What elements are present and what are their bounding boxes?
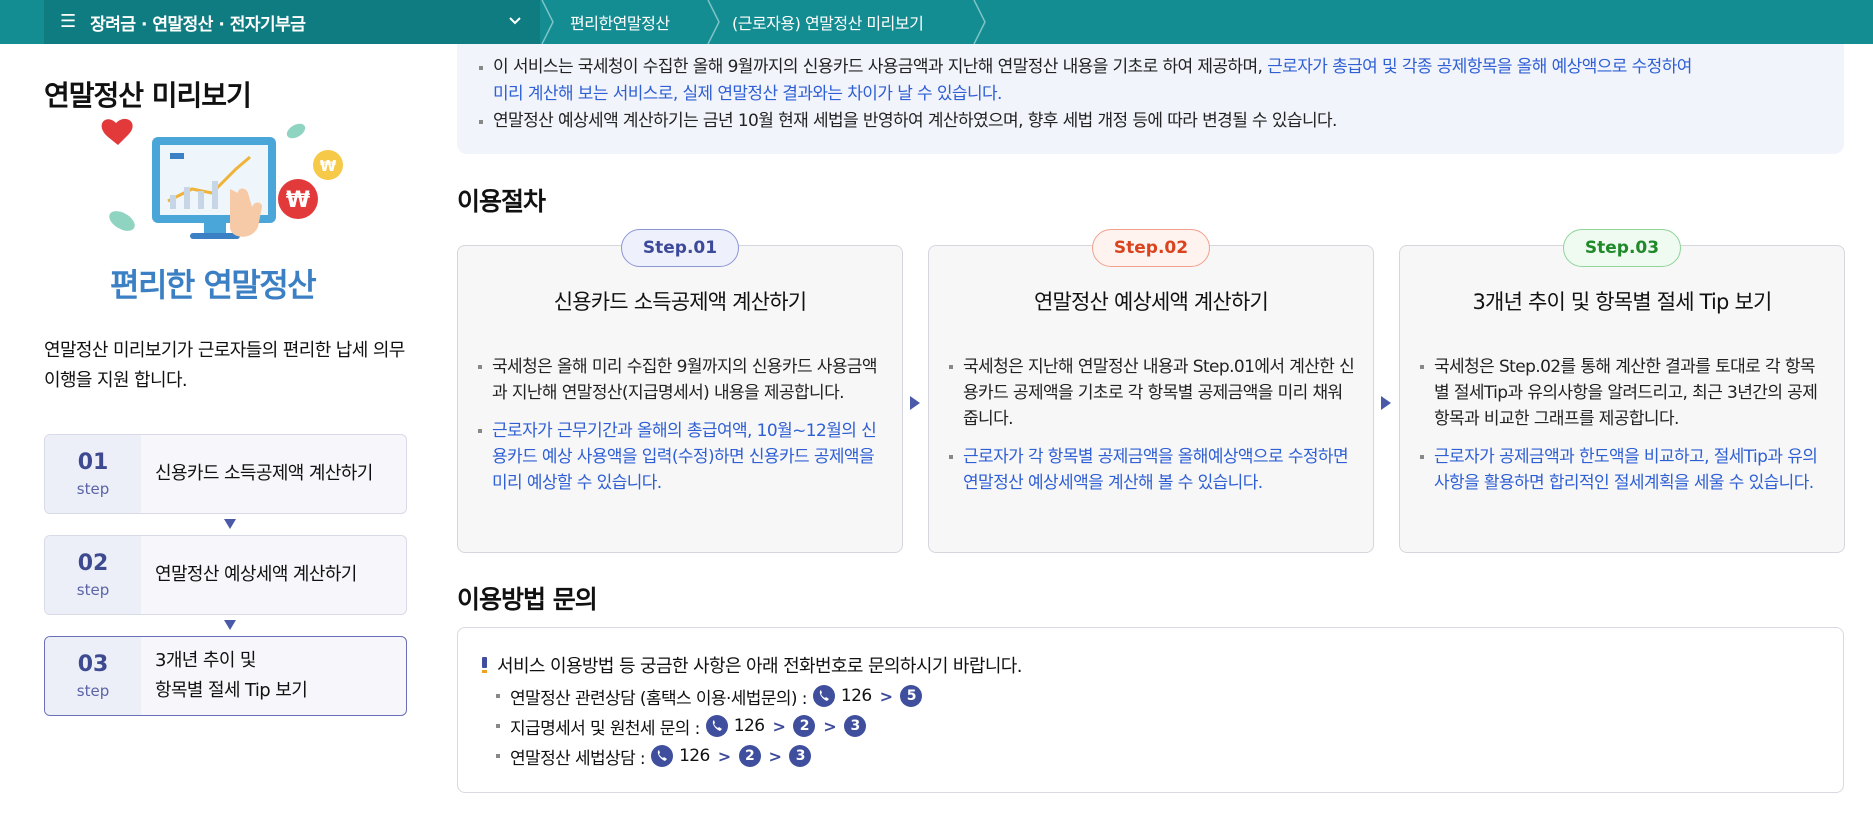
step-number-box: 01 step (45, 435, 141, 513)
step-label: 신용카드 소득공제액 계산하기 (155, 463, 373, 484)
intro-description: 연말정산 미리보기가 근로자들의 편리한 납세 의무 이행을 지원 합니다. (44, 340, 405, 391)
arrow-right-icon (1381, 396, 1391, 410)
inquiry-row-3: 연말정산 세법상담 : 126 > 2 > 3 (496, 743, 812, 769)
inquiry-label: 지급명세서 및 원천세 문의 : (510, 718, 700, 739)
breadcrumb-separator-icon (707, 0, 720, 44)
step-label-line2: 항목별 절세 Tip 보기 (155, 680, 308, 701)
step-label: 3개년 추이 및 항목별 절세 Tip 보기 (141, 637, 406, 715)
step-card-03[interactable]: 03 step 3개년 추이 및 항목별 절세 Tip 보기 (44, 636, 407, 716)
step-pill: Step.02 (1092, 229, 1210, 267)
breadcrumb-item-2[interactable]: (근로자용) 연말정산 미리보기 (732, 0, 924, 44)
breadcrumb-separator-icon (541, 0, 554, 44)
step-caption: step (76, 682, 110, 700)
inquiry-row-1: 연말정산 관련상담 (홈택스 이용·세법문의) : 126 > 5 (496, 683, 923, 709)
inquiry-label: 연말정산 관련상담 (홈택스 이용·세법문의) : (510, 688, 808, 709)
notice-highlight: 근로자가 총급여 및 각종 공제항목을 올해 예상액으로 수정하여 (1267, 57, 1692, 77)
step-caption: step (76, 581, 110, 599)
phone-number: 126 (679, 746, 710, 766)
notice-highlight-cont: 미리 계산해 보는 서비스로, 실제 연말정산 결과와는 차이가 날 수 있습니… (493, 84, 1002, 104)
svg-text:₩: ₩ (286, 188, 310, 213)
svg-text:₩: ₩ (320, 157, 337, 175)
procedure-step-3: Step.03 3개년 추이 및 항목별 절세 Tip 보기 국세청은 Step… (1399, 229, 1845, 553)
chevron-right-icon: > (772, 716, 786, 736)
step-label-line1: 3개년 추이 및 (155, 650, 257, 671)
arrow-down-icon (224, 620, 236, 630)
procedure-step-note: 근로자가 공제금액과 한도액을 비교하고, 절세Tip과 유의사항을 활용하면 … (1418, 444, 1826, 496)
procedure-step-title: 3개년 추이 및 항목별 절세 Tip 보기 (1472, 290, 1773, 314)
phone-number: 126 (733, 716, 765, 736)
procedure-step-2: Step.02 연말정산 예상세액 계산하기 국세청은 지난해 연말정산 내용과… (928, 229, 1374, 553)
key-number: 3 (844, 715, 867, 737)
bullet (496, 724, 500, 728)
key-number: 2 (793, 715, 816, 737)
phone-icon (651, 745, 674, 767)
procedure-step-note: 근로자가 근무기간과 올해의 총급여액, 10월~12월의 신용카드 예상 사용… (476, 418, 884, 496)
chevron-right-icon: > (717, 746, 731, 766)
chevron-right-icon: > (823, 716, 837, 736)
bullet (496, 754, 500, 758)
inquiry-row-2: 지급명세서 및 원천세 문의 : 126 > 2 > 3 (496, 713, 867, 739)
hero-caption: 편리한 연말정산 (110, 266, 317, 304)
step-number: 01 (77, 450, 109, 475)
step-number: 03 (77, 652, 109, 677)
procedure-step-title: 연말정산 예상세액 계산하기 (1034, 290, 1269, 314)
procedure-step-body: 국세청은 올해 미리 수집한 9월까지의 신용카드 사용금액과 지난해 연말정산… (476, 354, 884, 406)
chevron-down-icon[interactable] (506, 12, 524, 30)
inquiry-label: 연말정산 세법상담 : (510, 748, 646, 769)
page-title: 연말정산 미리보기 (44, 79, 252, 112)
inquiry-headline: 서비스 이용방법 등 궁금한 사항은 아래 전화번호로 문의하시기 바랍니다. (482, 652, 1023, 678)
arrow-down-icon (224, 519, 236, 529)
step-number-box: 02 step (45, 536, 141, 614)
arrow-right-icon (910, 396, 920, 410)
phone-icon (705, 715, 728, 737)
chevron-right-icon: > (879, 686, 893, 706)
step-card-02[interactable]: 02 step 연말정산 예상세액 계산하기 (44, 535, 407, 615)
step-label: 연말정산 예상세액 계산하기 (155, 564, 357, 585)
step-pill: Step.01 (621, 229, 739, 267)
phone-number: 126 (840, 686, 872, 706)
menu-title: 장려금 · 연말정산 · 전자기부금 (90, 14, 306, 35)
inquiry-headline-text: 서비스 이용방법 등 궁금한 사항은 아래 전화번호로 문의하시기 바랍니다. (497, 656, 1023, 677)
procedure-step-1: Step.01 신용카드 소득공제액 계산하기 국세청은 올해 미리 수집한 9… (457, 229, 903, 553)
inquiry-box: 서비스 이용방법 등 궁금한 사항은 아래 전화번호로 문의하시기 바랍니다. … (457, 627, 1844, 793)
top-navigation-bar: ☰ 장려금 · 연말정산 · 전자기부금 편리한연말정산 (근로자용) 연말정산… (0, 0, 1873, 44)
notice-text: 이 서비스는 국세청이 수집한 올해 9월까지의 신용카드 사용금액과 지난해 … (493, 57, 1268, 77)
key-number: 3 (789, 745, 812, 767)
phone-icon (812, 685, 835, 707)
service-notice-box: 이 서비스는 국세청이 수집한 올해 9월까지의 신용카드 사용금액과 지난해 … (457, 44, 1844, 154)
procedure-title: 이용절차 (457, 187, 546, 216)
inquiry-title: 이용방법 문의 (457, 585, 598, 614)
procedure-step-note: 근로자가 각 항목별 공제금액을 올해예상액으로 수정하면 연말정산 예상세액을… (947, 444, 1355, 496)
step-number: 02 (77, 551, 109, 576)
procedure-step-body: 국세청은 지난해 연말정산 내용과 Step.01에서 계산한 신용카드 공제액… (947, 354, 1355, 432)
key-number: 5 (900, 685, 923, 707)
notice-line-2: 연말정산 예상세액 계산하기는 금년 10월 현재 세법을 반영하여 계산하였으… (479, 108, 1822, 135)
menu-dropdown[interactable]: ☰ 장려금 · 연말정산 · 전자기부금 (44, 0, 540, 44)
procedure-step-body: 국세청은 Step.02를 통해 계산한 결과를 토대로 각 항목별 절세Tip… (1418, 354, 1826, 432)
chevron-right-icon: > (768, 746, 782, 766)
bullet (496, 694, 500, 698)
exclamation-icon (482, 657, 487, 673)
step-number-box: 03 step (45, 637, 141, 715)
step-caption: step (76, 480, 110, 498)
procedure-step-title: 신용카드 소득공제액 계산하기 (553, 290, 807, 314)
key-number: 2 (738, 745, 761, 767)
notice-line-1: 이 서비스는 국세청이 수집한 올해 9월까지의 신용카드 사용금액과 지난해 … (479, 54, 1822, 108)
breadcrumb-separator-icon (973, 0, 986, 44)
step-pill: Step.03 (1563, 229, 1681, 267)
breadcrumb-item-1[interactable]: 편리한연말정산 (570, 0, 670, 44)
step-card-01[interactable]: 01 step 신용카드 소득공제액 계산하기 (44, 434, 407, 514)
hamburger-icon[interactable]: ☰ (60, 13, 76, 31)
